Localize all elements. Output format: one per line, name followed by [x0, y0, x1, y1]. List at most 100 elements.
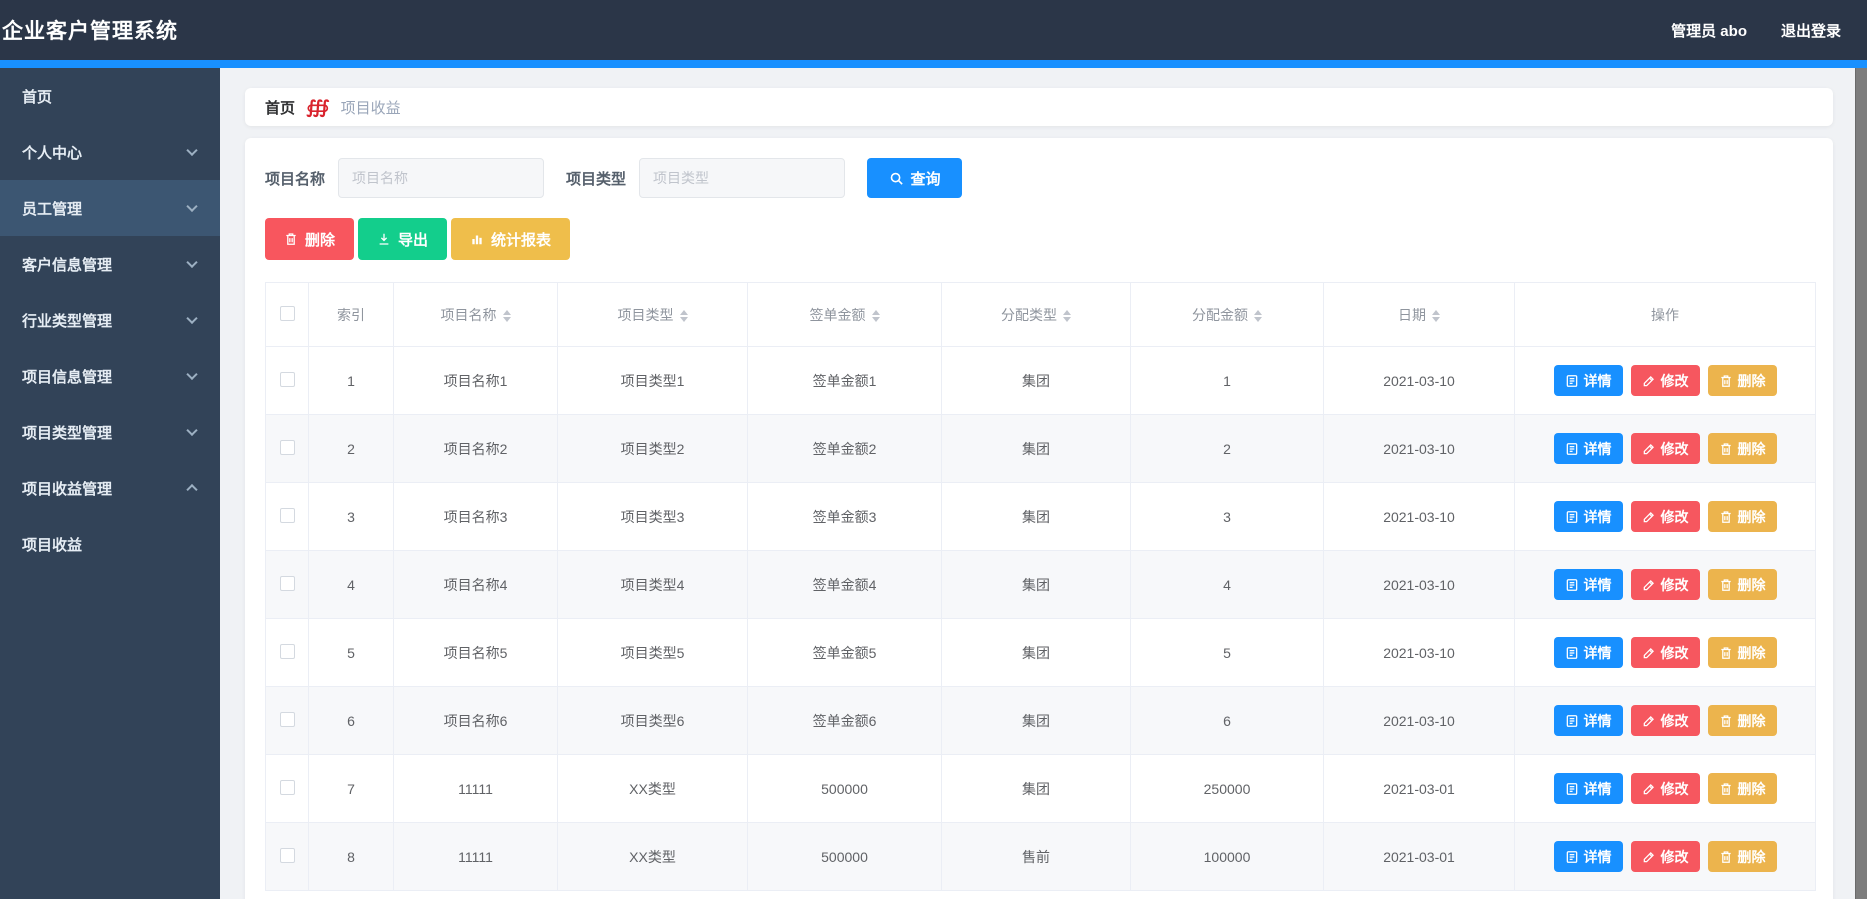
- table-header-0: 索引: [308, 282, 394, 347]
- row-detail-button[interactable]: 详情: [1553, 637, 1623, 668]
- cell-date: 2021-03-10: [1323, 686, 1515, 755]
- row-checkbox[interactable]: [279, 371, 295, 387]
- project-type-label: 项目类型: [566, 170, 627, 188]
- row-detail-button[interactable]: 详情: [1553, 365, 1623, 396]
- cell-type: 项目类型4: [557, 550, 748, 619]
- row-edit-button[interactable]: 修改: [1630, 365, 1700, 396]
- row-detail-button[interactable]: 详情: [1553, 569, 1623, 600]
- row-delete-button[interactable]: 删除: [1707, 841, 1777, 872]
- sidebar-item-label: 项目收益管理: [22, 480, 113, 498]
- row-edit-button[interactable]: 修改: [1630, 841, 1700, 872]
- breadcrumb-home[interactable]: 首页: [265, 97, 295, 118]
- sort-carets-icon: [1432, 309, 1440, 322]
- sidebar-item-0[interactable]: 首页: [0, 68, 220, 124]
- document-icon: [1565, 850, 1579, 864]
- cell-date: 2021-03-10: [1323, 414, 1515, 483]
- accent-strip: [0, 60, 1867, 68]
- sort-carets-icon: [502, 309, 511, 322]
- cell-name: 11111: [393, 822, 558, 891]
- row-detail-button[interactable]: 详情: [1553, 841, 1623, 872]
- query-button[interactable]: 查询: [867, 158, 963, 198]
- table-header-3[interactable]: 签单金额: [747, 282, 942, 347]
- vertical-scrollbar[interactable]: [1855, 68, 1867, 899]
- row-edit-button[interactable]: 修改: [1630, 433, 1700, 464]
- row-delete-button[interactable]: 删除: [1707, 501, 1777, 532]
- chevron-down-icon: [186, 368, 198, 381]
- sidebar-item-1[interactable]: 个人中心: [0, 124, 220, 180]
- row-detail-button[interactable]: 详情: [1553, 705, 1623, 736]
- row-delete-button[interactable]: 删除: [1707, 637, 1777, 668]
- table-row: 2 项目名称2 项目类型2 签单金额2 集团 2 2021-03-10 详情 修改 删除: [265, 414, 1816, 483]
- cell-alloc_type: 集团: [941, 686, 1131, 755]
- trash-icon: [1719, 850, 1733, 864]
- cell-alloc_amount: 1: [1130, 346, 1324, 415]
- document-icon: [1565, 510, 1579, 524]
- bar-chart-icon: [470, 232, 484, 246]
- cell-alloc_type: 售前: [941, 822, 1131, 891]
- export-button[interactable]: 导出: [358, 218, 448, 260]
- cell-date: 2021-03-10: [1323, 346, 1515, 415]
- row-delete-button[interactable]: 删除: [1707, 433, 1777, 464]
- report-button[interactable]: 统计报表: [451, 218, 571, 260]
- trash-icon: [1719, 782, 1733, 796]
- trash-icon: [1719, 714, 1733, 728]
- row-delete-button[interactable]: 删除: [1707, 365, 1777, 396]
- table-header-1[interactable]: 项目名称: [393, 282, 558, 347]
- sidebar-item-7[interactable]: 项目收益管理: [0, 460, 220, 516]
- sidebar-item-8[interactable]: 项目收益: [0, 516, 220, 572]
- table-row: 8 11111 XX类型 500000 售前 100000 2021-03-01 详情 修改 删除: [265, 822, 1816, 891]
- sidebar-menu: 首页 个人中心 员工管理 客户信息管理 行业类型管理 项目信息管理 项目类型管理项目收益管理…: [0, 68, 220, 899]
- cell-amount: 签单金额2: [747, 414, 942, 483]
- row-edit-button[interactable]: 修改: [1630, 501, 1700, 532]
- row-edit-button[interactable]: 修改: [1630, 705, 1700, 736]
- data-table: 索引 项目名称 项目类型 签单金额 分配类型 分配金额 日期 操作 1 项目名称1 项目类型1 签单…: [265, 282, 1816, 891]
- table-row: 3 项目名称3 项目类型3 签单金额3 集团 3 2021-03-10 详情 修改 删除: [265, 482, 1816, 551]
- project-type-input[interactable]: [639, 158, 846, 198]
- logout-link[interactable]: 退出登录: [1781, 20, 1841, 41]
- row-delete-button[interactable]: 删除: [1707, 569, 1777, 600]
- cell-alloc_type: 集团: [941, 346, 1131, 415]
- table-header-4[interactable]: 分配类型: [941, 282, 1131, 347]
- delete-button[interactable]: 删除: [265, 218, 355, 260]
- cell-amount: 500000: [747, 754, 942, 823]
- cell-name: 项目名称2: [393, 414, 558, 483]
- sidebar-item-2[interactable]: 员工管理: [0, 180, 220, 236]
- cell-alloc_amount: 250000: [1130, 754, 1324, 823]
- row-detail-button[interactable]: 详情: [1553, 773, 1623, 804]
- row-edit-button[interactable]: 修改: [1630, 569, 1700, 600]
- cell-amount: 签单金额5: [747, 618, 942, 687]
- table-header-5[interactable]: 分配金额: [1130, 282, 1324, 347]
- row-edit-button[interactable]: 修改: [1630, 773, 1700, 804]
- row-detail-button[interactable]: 详情: [1553, 433, 1623, 464]
- toolbar: 删除 导出 统计报表: [265, 218, 1813, 260]
- row-detail-button[interactable]: 详情: [1553, 501, 1623, 532]
- sidebar-item-4[interactable]: 行业类型管理: [0, 292, 220, 348]
- row-checkbox[interactable]: [279, 439, 295, 455]
- table-header-2[interactable]: 项目类型: [557, 282, 748, 347]
- row-checkbox[interactable]: [279, 847, 295, 863]
- table-header-7: 操作: [1514, 282, 1816, 347]
- row-delete-button[interactable]: 删除: [1707, 705, 1777, 736]
- breadcrumb-current: 项目收益: [340, 99, 401, 117]
- project-name-input[interactable]: [338, 158, 545, 198]
- cell-name: 项目名称3: [393, 482, 558, 551]
- sidebar-item-6[interactable]: 项目类型管理: [0, 404, 220, 460]
- row-edit-button[interactable]: 修改: [1630, 637, 1700, 668]
- cell-type: 项目类型2: [557, 414, 748, 483]
- select-all-checkbox[interactable]: [279, 305, 295, 321]
- row-checkbox[interactable]: [279, 779, 295, 795]
- sidebar-item-3[interactable]: 客户信息管理: [0, 236, 220, 292]
- cell-index: 1: [308, 346, 394, 415]
- table-header-6[interactable]: 日期: [1323, 282, 1515, 347]
- cell-date: 2021-03-10: [1323, 618, 1515, 687]
- row-delete-button[interactable]: 删除: [1707, 773, 1777, 804]
- row-checkbox[interactable]: [279, 575, 295, 591]
- row-checkbox[interactable]: [279, 643, 295, 659]
- cell-index: 5: [308, 618, 394, 687]
- pencil-icon: [1642, 646, 1656, 660]
- sidebar-item-5[interactable]: 项目信息管理: [0, 348, 220, 404]
- table-row: 5 项目名称5 项目类型5 签单金额5 集团 5 2021-03-10 详情 修改 删除: [265, 618, 1816, 687]
- row-checkbox[interactable]: [279, 711, 295, 727]
- cell-actions: 详情 修改 删除: [1514, 618, 1816, 687]
- row-checkbox[interactable]: [279, 507, 295, 523]
